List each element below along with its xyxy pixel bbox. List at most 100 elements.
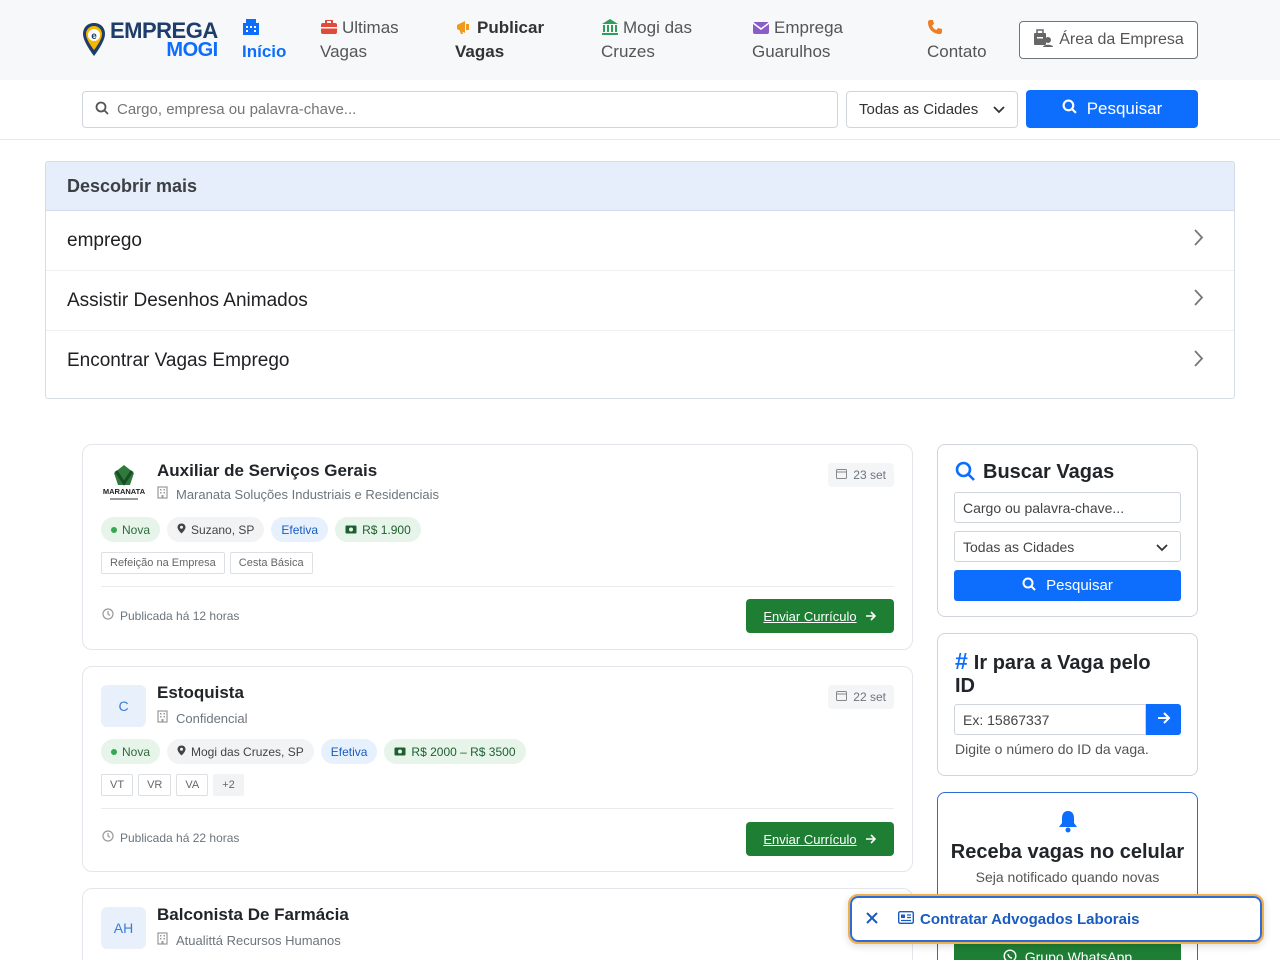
building-icon	[157, 710, 168, 726]
nav-contato[interactable]: Contato	[927, 16, 987, 64]
nav-label: Publicar	[477, 18, 545, 37]
search-icon	[1022, 577, 1036, 595]
nav-mogi-das-cruzes[interactable]: Mogi das Cruzes	[601, 16, 692, 64]
discover-item[interactable]: Encontrar Vagas Emprego	[46, 331, 1234, 391]
search-button-label: Pesquisar	[1086, 99, 1163, 118]
calendar-icon	[836, 468, 848, 482]
chevron-right-icon	[1194, 229, 1204, 252]
sidebar-city-value: Todas as Cidades	[963, 538, 1075, 555]
job-card[interactable]: C Estoquista Confidencial 22 set Nova Mo…	[82, 666, 913, 872]
divider	[101, 586, 894, 587]
badge-location: Suzano, SP	[167, 517, 265, 542]
site-logo[interactable]: e EMPREGA MOGI	[82, 20, 218, 60]
job-id-placeholder: Ex: 15867337	[963, 711, 1050, 728]
area-da-empresa-label: Área da Empresa	[1059, 31, 1184, 48]
notify-title: Receba vagas no celular	[950, 841, 1185, 863]
send-resume-button[interactable]: Enviar Currículo	[746, 599, 894, 633]
job-id-go-button[interactable]	[1146, 704, 1181, 735]
discover-more-panel: Descobrir mais emprego Assistir Desenhos…	[45, 161, 1235, 399]
company-logo: MARANATA	[101, 463, 146, 505]
badge-new-label: Nova	[122, 522, 151, 537]
posted-label: Publicada há 12 horas	[120, 608, 240, 623]
nav-publicar-vagas[interactable]: Publicar Vagas	[455, 16, 544, 64]
nav-label: Emprega	[774, 18, 843, 37]
nav-label: Contato	[927, 42, 987, 61]
discover-item-label: Assistir Desenhos Animados	[67, 289, 308, 311]
badge-type: Efetiva	[320, 739, 378, 764]
city-select[interactable]: Todas as Cidades	[846, 91, 1018, 128]
company-name: Confidencial	[176, 710, 248, 726]
apply-label: Enviar Currículo	[763, 608, 857, 624]
chevron-down-icon	[993, 101, 1005, 118]
job-company: Confidencial	[157, 710, 248, 726]
whatsapp-label: Grupo WhatsApp	[1024, 949, 1133, 960]
sidebar-search-button[interactable]: Pesquisar	[954, 570, 1181, 601]
nav-emprega-guarulhos[interactable]: Emprega Guarulhos	[752, 16, 843, 64]
nav-ultimas-vagas[interactable]: Ultimas Vagas	[320, 16, 399, 64]
bank-icon	[601, 18, 623, 37]
company-name: Maranata Soluções Industriais e Residenc…	[176, 486, 440, 502]
job-id-input[interactable]: Ex: 15867337	[954, 704, 1146, 735]
logo-wordmark: EMPREGA MOGI	[110, 20, 218, 61]
notify-text: Seja notificado quando novas	[975, 869, 1160, 885]
more-tags-badge[interactable]: +2	[213, 774, 244, 796]
salary-label: R$ 1.900	[362, 522, 411, 537]
money-icon	[345, 523, 357, 537]
send-resume-button[interactable]: Enviar Currículo	[746, 822, 894, 856]
promo-banner[interactable]: Contratar Advogados Laborais	[848, 894, 1264, 944]
discover-title: Descobrir mais	[46, 162, 1234, 211]
nav-label: Mogi das	[623, 18, 692, 37]
posted-label: Publicada há 22 horas	[120, 830, 240, 845]
sidebar-search-button-label: Pesquisar	[1046, 577, 1113, 594]
benefit-tag: VR	[138, 774, 172, 796]
nav-inicio[interactable]: Início	[242, 16, 286, 64]
job-card[interactable]: MARANATA Auxiliar de Serviços Gerais Mar…	[82, 444, 913, 650]
job-id-title-line2: ID	[955, 675, 975, 697]
hashtag-icon: #	[955, 648, 968, 674]
badge-new-label: Nova	[122, 744, 151, 759]
job-card[interactable]: AH Balconista De Farmácia Atualittá Recu…	[82, 888, 913, 960]
discover-item-label: Encontrar Vagas Emprego	[67, 350, 290, 371]
city-select-value: Todas as Cidades	[859, 101, 979, 118]
badge-type: Efetiva	[271, 517, 329, 542]
building-icon	[242, 18, 264, 37]
search-button[interactable]: Pesquisar	[1026, 90, 1198, 128]
svg-text:MARANATA: MARANATA	[102, 487, 145, 496]
divider	[101, 808, 894, 809]
job-title[interactable]: Auxiliar de Serviços Gerais	[157, 461, 377, 481]
job-title[interactable]: Estoquista	[157, 683, 244, 703]
sidebar-job-id-title: # Ir para a Vaga pelo ID	[955, 650, 1185, 698]
chevron-right-icon	[1194, 289, 1204, 312]
search-field[interactable]	[82, 91, 838, 128]
briefcase-icon	[320, 18, 342, 37]
sidebar-keyword-field[interactable]: Cargo ou palavra-chave...	[954, 492, 1181, 523]
company-logo: C	[101, 685, 146, 727]
search-icon	[95, 101, 109, 119]
calendar-icon	[836, 690, 848, 704]
logo-pin-icon: e	[82, 22, 106, 58]
megaphone-icon	[455, 18, 477, 37]
arrow-right-icon	[865, 609, 877, 624]
arrow-right-icon	[865, 832, 877, 847]
discover-item[interactable]: Assistir Desenhos Animados	[46, 271, 1234, 331]
area-da-empresa-button[interactable]: Área da Empresa	[1019, 21, 1198, 59]
discover-item[interactable]: emprego	[46, 211, 1234, 271]
status-dot-icon	[111, 526, 117, 533]
arrow-right-icon	[1157, 711, 1171, 729]
nav-label-2: Vagas	[320, 42, 367, 61]
close-icon[interactable]	[866, 911, 878, 928]
sidebar-city-select[interactable]: Todas as Cidades	[954, 531, 1181, 562]
search-input[interactable]	[117, 101, 717, 118]
phone-icon	[927, 18, 947, 37]
search-icon	[1062, 99, 1077, 119]
building-user-icon	[1033, 28, 1054, 52]
id-card-icon	[897, 910, 915, 928]
nav-label-2: Guarulhos	[752, 42, 831, 61]
building-icon	[157, 486, 168, 502]
job-badges: Nova Suzano, SP Efetiva R$ 1.900	[101, 517, 421, 542]
badge-new: Nova	[101, 739, 161, 764]
badge-new: Nova	[101, 517, 161, 542]
job-company: Maranata Soluções Industriais e Residenc…	[157, 486, 439, 502]
date-label: 22 set	[853, 690, 886, 704]
job-title[interactable]: Balconista De Farmácia	[157, 905, 349, 925]
